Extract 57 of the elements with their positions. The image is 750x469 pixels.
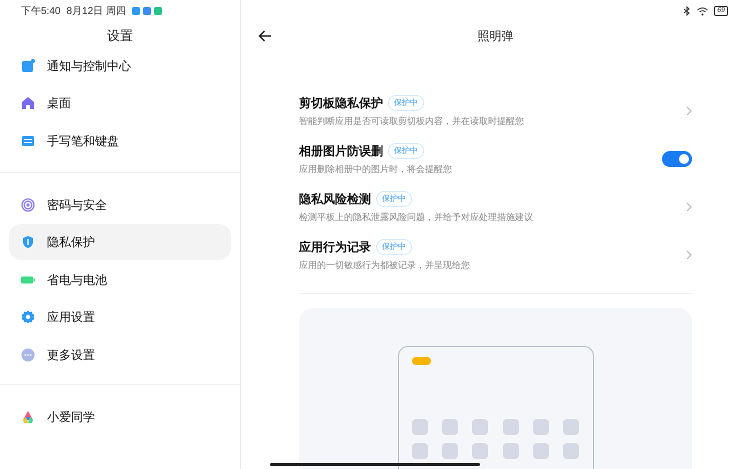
sidebar-item[interactable]: 小爱同学 xyxy=(9,398,231,434)
app-placeholder-icon xyxy=(442,419,458,435)
status-time: 下午5:40 xyxy=(21,4,60,18)
sidebar-item[interactable]: 更多设置 xyxy=(9,336,231,372)
setting-description: 应用删除相册中的图片时，将会提醒您 xyxy=(299,162,452,176)
gear-icon xyxy=(21,310,35,324)
settings-row[interactable]: 应用行为记录 保护中 应用的一切敏感行为都被记录，并呈现给您 xyxy=(299,231,692,279)
notification-icon xyxy=(21,58,35,72)
setting-title: 相册图片防误删 xyxy=(299,142,383,160)
setting-title: 隐私风险检测 xyxy=(299,190,371,208)
more-icon xyxy=(21,348,35,362)
wifi-icon xyxy=(697,6,708,16)
shield-icon xyxy=(21,235,35,249)
settings-row[interactable]: 相册图片防误删 保护中 应用删除相册中的图片时，将会提醒您 xyxy=(299,135,692,183)
app-placeholder-icon xyxy=(502,419,518,435)
setting-description: 应用的一切敏感行为都被记录，并呈现给您 xyxy=(299,258,470,272)
settings-row[interactable]: 剪切板隐私保护 保护中 智能判断应用是否可读取剪切板内容，并在读取时提醒您 xyxy=(299,87,692,135)
sidebar-item[interactable]: 密码与安全 xyxy=(9,186,231,222)
sidebar-item[interactable]: 通知与控制中心 xyxy=(9,48,231,84)
sidebar-item[interactable]: 手写笔和键盘 xyxy=(9,122,231,158)
chevron-icon xyxy=(686,202,692,212)
camera-pill-icon xyxy=(412,357,430,365)
home-icon xyxy=(21,96,35,110)
sidebar-item[interactable]: 隐私保护 xyxy=(9,224,231,260)
back-icon[interactable] xyxy=(258,30,272,42)
sidebar-item[interactable]: 应用设置 xyxy=(9,299,231,335)
keyboard-icon xyxy=(21,134,35,148)
app-placeholder-icon xyxy=(412,443,428,459)
status-tag: 保护中 xyxy=(388,142,424,159)
setting-description: 检测平板上的隐私泄露风险问题，并给予对应处理措施建议 xyxy=(299,210,533,224)
sidebar-item[interactable]: 省电与电池 xyxy=(9,262,231,298)
app-placeholder-icon xyxy=(563,443,580,459)
app-placeholder-icon xyxy=(563,419,580,435)
app-placeholder-icon xyxy=(472,419,488,435)
app-placeholder-icon xyxy=(532,443,549,459)
status-tag: 保护中 xyxy=(376,238,412,255)
bluetooth-icon xyxy=(683,6,692,16)
status-tag: 保护中 xyxy=(388,94,424,111)
setting-title: 剪切板隐私保护 xyxy=(299,94,383,112)
app-placeholder-icon xyxy=(502,443,518,459)
setting-title: 应用行为记录 xyxy=(299,238,371,256)
sidebar-title: 设置 xyxy=(107,27,133,45)
fingerprint-icon xyxy=(21,198,35,212)
toggle-switch[interactable] xyxy=(662,151,692,167)
status-tag: 保护中 xyxy=(376,190,412,207)
app-placeholder-icon xyxy=(412,419,428,435)
app-placeholder-icon xyxy=(442,443,458,459)
sidebar-item[interactable]: 桌面 xyxy=(9,85,231,121)
settings-row[interactable]: 隐私风险检测 保护中 检测平板上的隐私泄露风险问题，并给予对应处理措施建议 xyxy=(299,183,692,231)
setting-description: 智能判断应用是否可读取剪切板内容，并在读取时提醒您 xyxy=(299,114,524,128)
assistant-logo-icon xyxy=(21,410,35,424)
status-date: 8月12日 周四 xyxy=(66,4,126,18)
chevron-icon xyxy=(686,250,692,260)
app-placeholder-icon xyxy=(472,443,488,459)
app-placeholder-icon xyxy=(532,419,549,435)
page-title: 照明弹 xyxy=(478,28,514,45)
chevron-icon xyxy=(686,106,692,116)
